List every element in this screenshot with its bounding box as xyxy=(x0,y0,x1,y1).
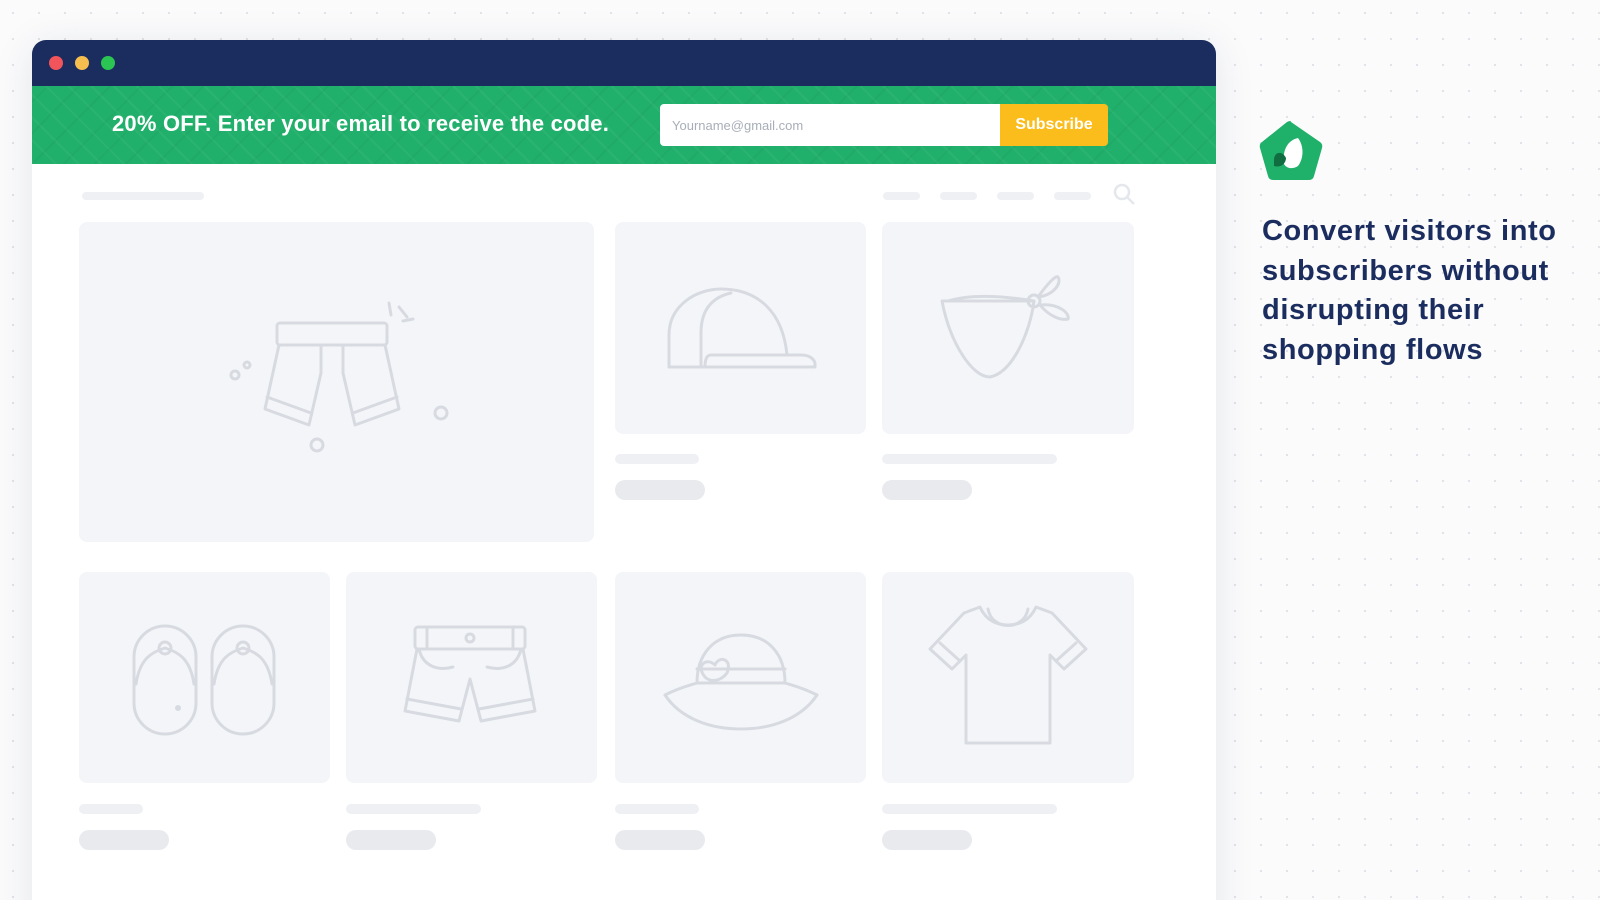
promo-banner: 20% OFF. Enter your email to receive the… xyxy=(32,86,1216,164)
product-title-placeholder xyxy=(615,454,699,464)
close-window-button[interactable] xyxy=(49,56,63,70)
bucket-hat-icon xyxy=(663,633,818,730)
boxer-shorts-icon xyxy=(229,301,448,453)
product-title-placeholder xyxy=(882,804,1057,814)
email-input[interactable] xyxy=(660,104,1000,146)
nav-placeholder[interactable] xyxy=(997,192,1034,200)
subscribe-button[interactable]: Subscribe xyxy=(1000,104,1108,146)
product-title-placeholder xyxy=(346,804,481,814)
nav-placeholder[interactable] xyxy=(883,192,920,200)
store-page xyxy=(32,164,1216,900)
product-card[interactable] xyxy=(615,222,866,434)
product-title-placeholder xyxy=(79,804,143,814)
minimize-window-button[interactable] xyxy=(75,56,89,70)
product-card[interactable] xyxy=(79,222,594,542)
tagline: Convert visitors into subscribers withou… xyxy=(1262,215,1557,366)
maximize-window-button[interactable] xyxy=(101,56,115,70)
leaf-pentagon-logo xyxy=(1259,121,1323,180)
product-card[interactable] xyxy=(615,572,866,783)
t-shirt-icon xyxy=(928,605,1088,744)
product-price-placeholder xyxy=(615,830,705,850)
product-price-placeholder xyxy=(346,830,436,850)
search-icon[interactable] xyxy=(1112,182,1136,206)
bandana-icon xyxy=(940,275,1070,379)
product-price-placeholder xyxy=(615,480,705,500)
nav-placeholder[interactable] xyxy=(940,192,977,200)
product-title-placeholder xyxy=(615,804,699,814)
product-title-placeholder xyxy=(882,454,1057,464)
product-card[interactable] xyxy=(79,572,330,783)
product-card[interactable] xyxy=(346,572,597,783)
cap-icon xyxy=(667,287,816,369)
nav-placeholder[interactable] xyxy=(1054,192,1091,200)
window-titlebar xyxy=(32,40,1216,86)
browser-window: 20% OFF. Enter your email to receive the… xyxy=(32,40,1216,900)
product-price-placeholder xyxy=(79,830,169,850)
promo-text: 20% OFF. Enter your email to receive the… xyxy=(112,111,610,136)
product-card[interactable] xyxy=(882,222,1134,434)
shorts-icon xyxy=(403,625,536,722)
logo-placeholder xyxy=(82,192,204,200)
product-price-placeholder xyxy=(882,480,972,500)
flip-flops-icon xyxy=(132,624,275,735)
brand-logo xyxy=(1258,120,1324,189)
product-price-placeholder xyxy=(882,830,972,850)
product-card[interactable] xyxy=(882,572,1134,783)
